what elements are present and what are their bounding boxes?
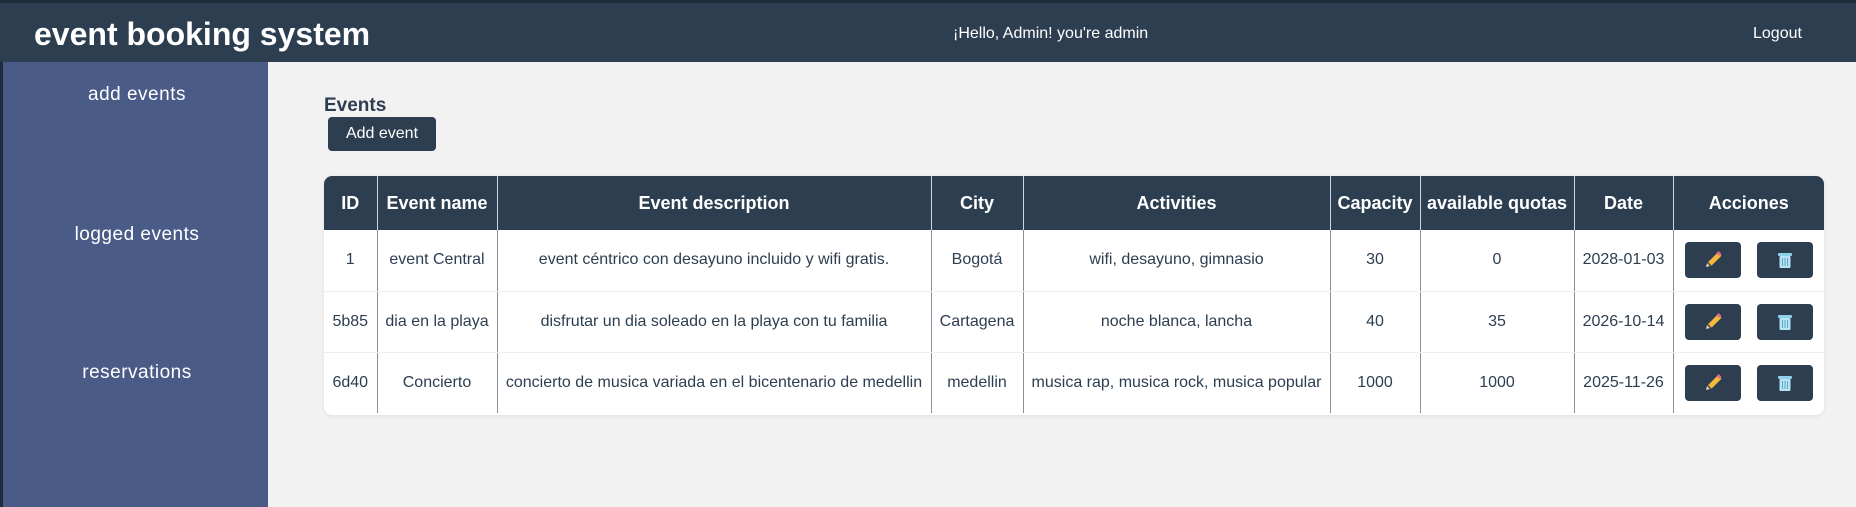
cell-available-quotas: 1000 — [1420, 352, 1575, 413]
trash-icon — [1777, 253, 1792, 269]
cell-activities: noche blanca, lancha — [1023, 291, 1331, 353]
cell-description: event céntrico con desayuno incluido y w… — [497, 230, 932, 292]
sidebar: add events logged events reservations — [0, 62, 268, 507]
column-header: Event name — [377, 176, 498, 230]
events-table: ID Event name Event description City Act… — [324, 176, 1824, 415]
delete-button[interactable] — [1756, 303, 1813, 340]
cell-capacity: 40 — [1330, 291, 1421, 353]
cell-description: disfrutar un dia soleado en la playa con… — [497, 291, 932, 353]
cell-capacity: 30 — [1330, 230, 1421, 292]
top-bar: event booking system ¡Hello, Admin! you'… — [0, 0, 1856, 62]
cell-event-name: Concierto — [377, 352, 498, 413]
cell-date: 2025-11-26 — [1574, 352, 1674, 413]
cell-id: 6d40 — [324, 352, 378, 413]
table-row: 1 event Central event céntrico con desay… — [324, 230, 1824, 292]
column-header: Activities — [1023, 176, 1331, 230]
page-title: Events — [324, 95, 387, 116]
table-header-row: ID Event name Event description City Act… — [324, 176, 1824, 230]
column-header: Capacity — [1330, 176, 1421, 230]
table-row: 5b85 dia en la playa disfrutar un dia so… — [324, 291, 1824, 353]
edit-button[interactable] — [1684, 303, 1741, 340]
cell-id: 5b85 — [324, 291, 378, 353]
logout-link[interactable]: Logout — [1753, 25, 1802, 43]
cell-event-name: dia en la playa — [377, 291, 498, 353]
trash-icon — [1777, 375, 1792, 391]
delete-button[interactable] — [1756, 364, 1813, 401]
cell-actions — [1673, 230, 1824, 292]
column-header: City — [931, 176, 1024, 230]
edit-button[interactable] — [1684, 242, 1741, 279]
column-header: ID — [324, 176, 378, 230]
column-header: available quotas — [1420, 176, 1575, 230]
trash-icon — [1777, 314, 1792, 330]
cell-capacity: 1000 — [1330, 352, 1421, 413]
column-header: Date — [1574, 176, 1674, 230]
cell-available-quotas: 35 — [1420, 291, 1575, 353]
cell-activities: wifi, desayuno, gimnasio — [1023, 230, 1331, 292]
cell-actions — [1673, 291, 1824, 353]
edit-button[interactable] — [1684, 364, 1741, 401]
cell-date: 2026-10-14 — [1574, 291, 1674, 353]
table-row: 6d40 Concierto concierto de musica varia… — [324, 352, 1824, 413]
delete-button[interactable] — [1756, 242, 1813, 279]
add-event-button[interactable]: Add event — [328, 117, 436, 151]
cell-city: medellin — [931, 352, 1024, 413]
pencil-icon — [1705, 251, 1722, 268]
column-header: Event description — [497, 176, 932, 230]
app-title: event booking system — [34, 16, 371, 52]
cell-id: 1 — [324, 230, 378, 292]
cell-description: concierto de musica variada en el bicent… — [497, 352, 932, 413]
cell-event-name: event Central — [377, 230, 498, 292]
sidebar-item-logged-events[interactable]: logged events — [3, 224, 271, 246]
sidebar-item-reservations[interactable]: reservations — [3, 362, 271, 384]
user-greeting: ¡Hello, Admin! you're admin — [953, 25, 1149, 42]
cell-available-quotas: 0 — [1420, 230, 1575, 292]
cell-actions — [1673, 352, 1824, 413]
cell-city: Bogotá — [931, 230, 1024, 292]
cell-date: 2028-01-03 — [1574, 230, 1674, 292]
sidebar-item-add-events[interactable]: add events — [3, 84, 271, 106]
column-header: Acciones — [1673, 176, 1824, 230]
pencil-icon — [1705, 373, 1722, 390]
pencil-icon — [1705, 312, 1722, 329]
cell-activities: musica rap, musica rock, musica popular — [1023, 352, 1331, 413]
cell-city: Cartagena — [931, 291, 1024, 353]
